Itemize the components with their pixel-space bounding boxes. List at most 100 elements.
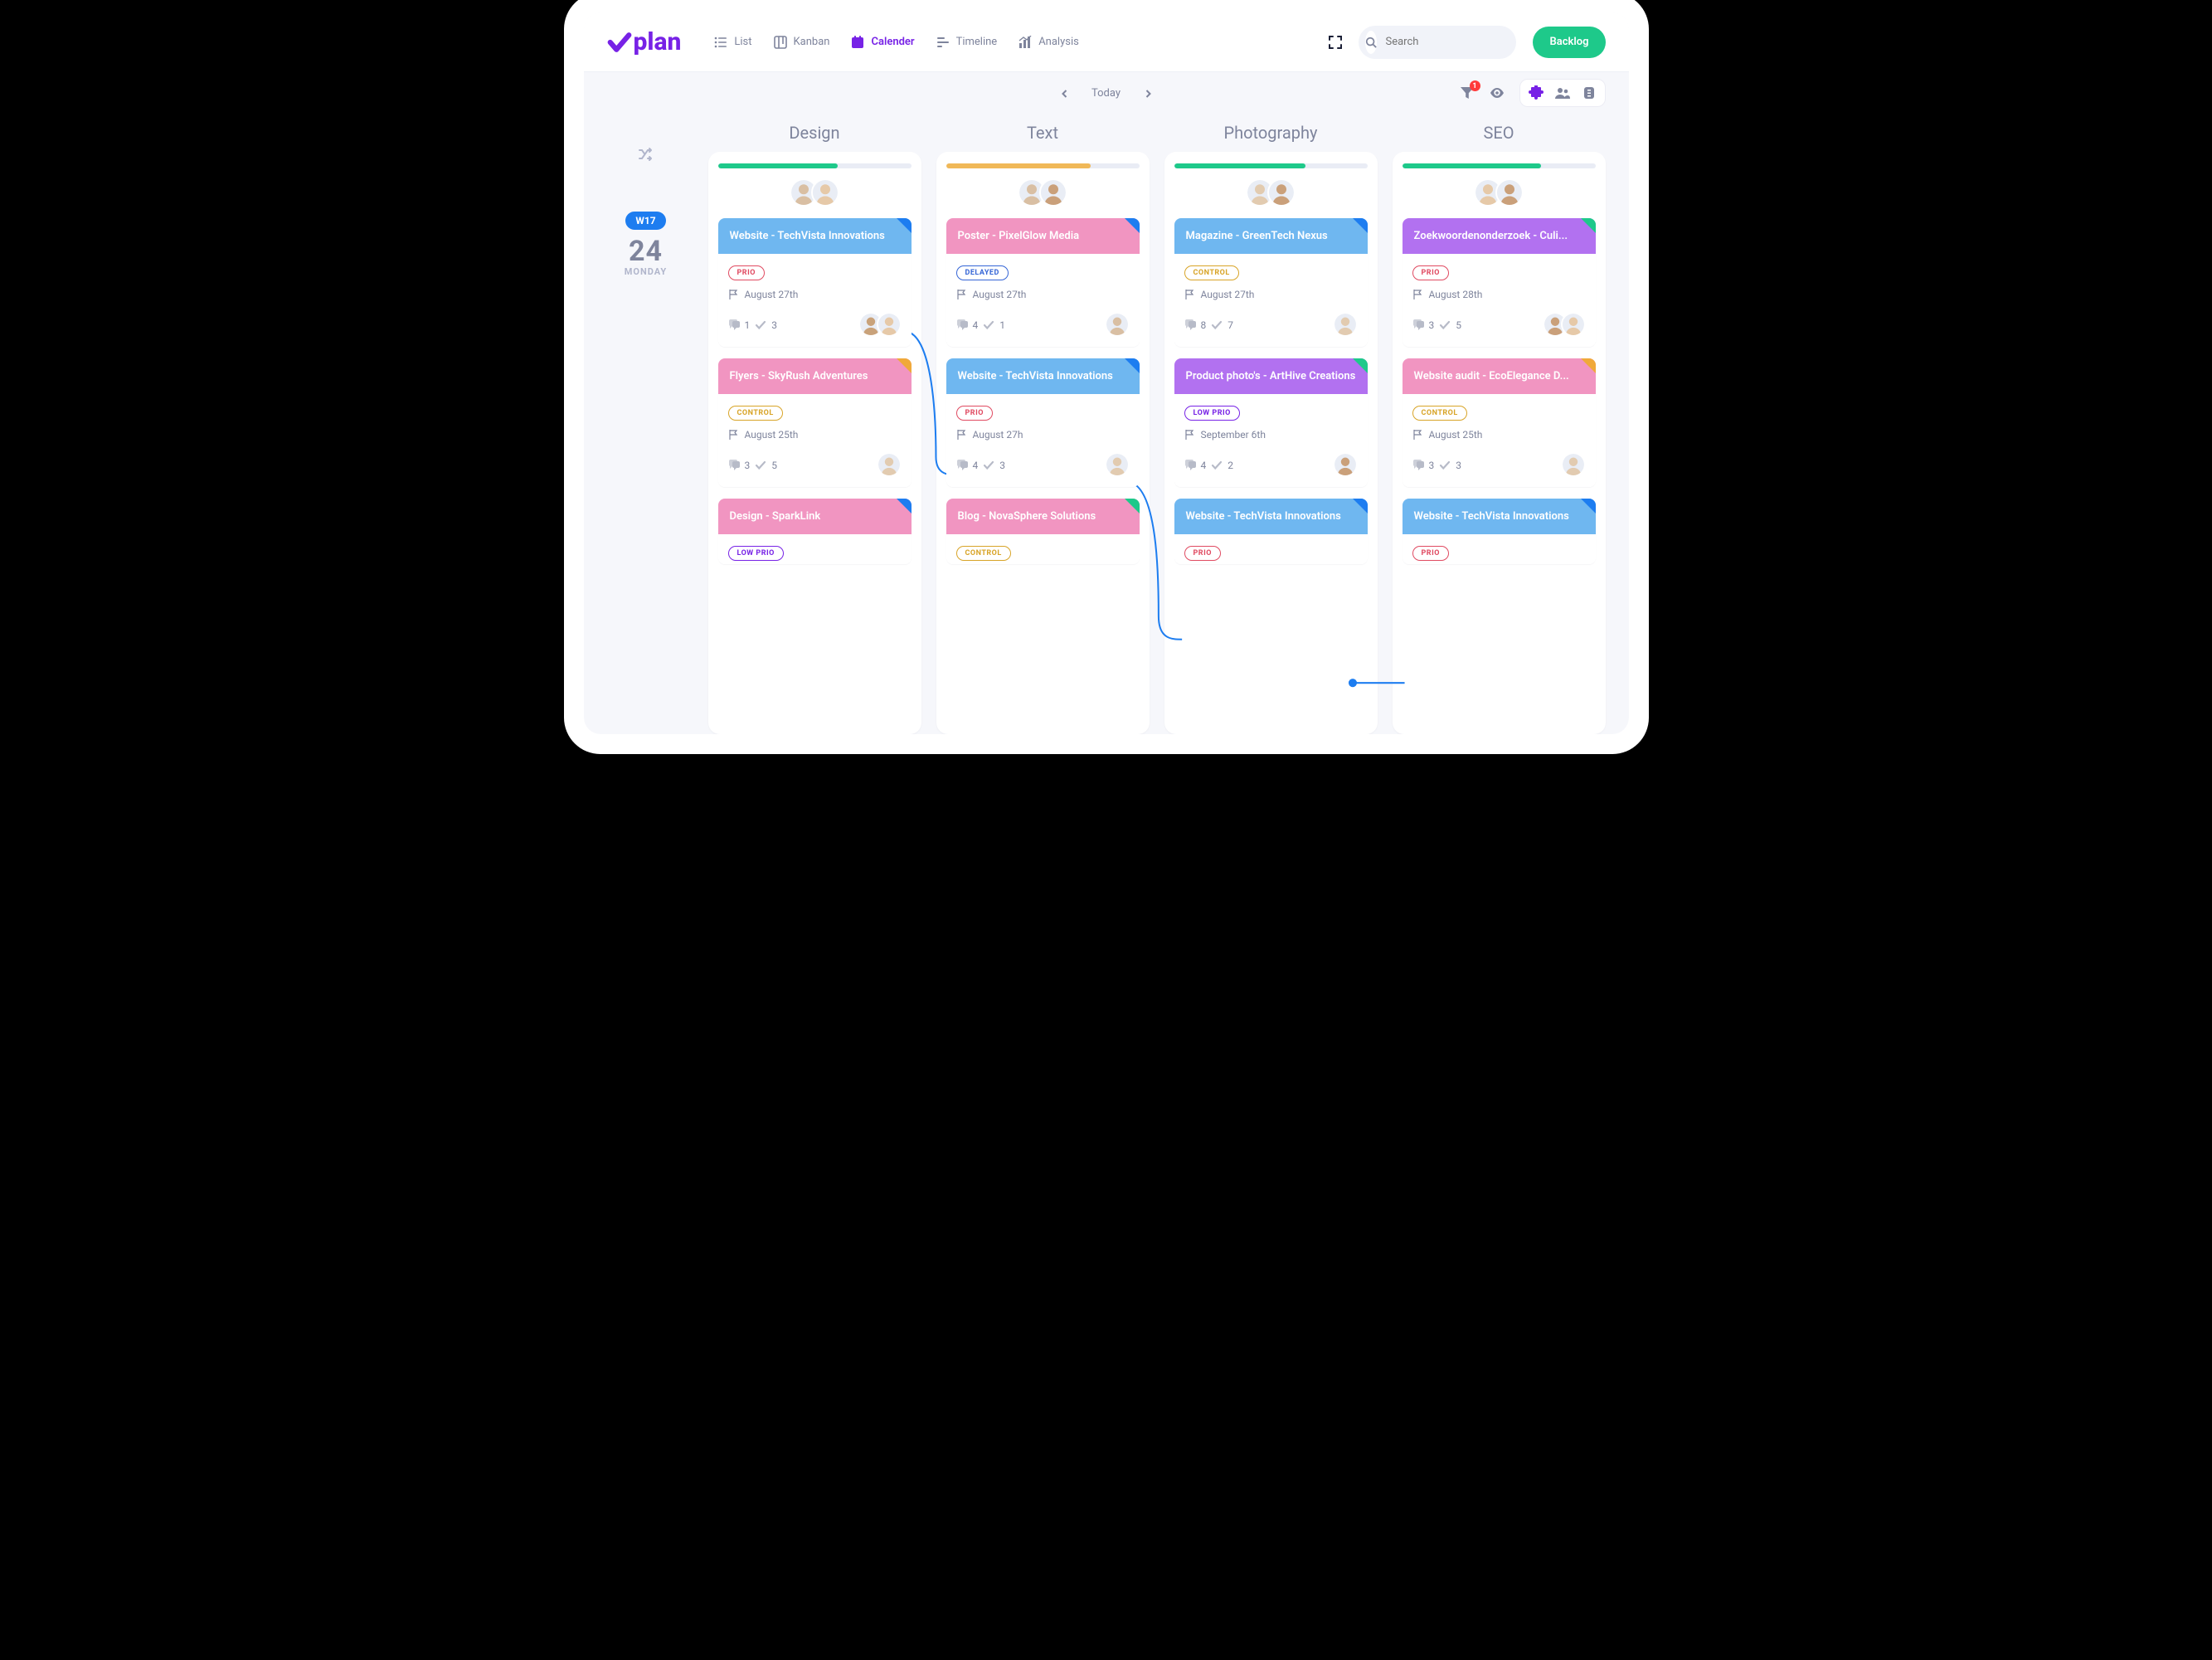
filter-icon[interactable]: 1 [1460,85,1475,100]
card-body: CONTROLAugust 27th87 [1174,254,1368,347]
archive-icon[interactable] [1582,85,1597,100]
task-card[interactable]: Website - TechVista InnovationsPRIO [1174,499,1368,564]
flag-icon [956,290,966,299]
kanban-icon [774,36,787,49]
checks-icon [983,319,994,331]
view-timeline[interactable]: Timeline [936,36,998,49]
view-kanban[interactable]: Kanban [774,36,830,49]
comments-icon [1184,460,1196,471]
card-corner-icon [1125,499,1140,514]
card-title: Design - SparkLink [718,499,912,534]
avatar[interactable] [1561,312,1586,337]
avatar[interactable] [1105,312,1130,337]
avatar[interactable] [877,452,902,477]
checks-count: 3 [1456,460,1461,471]
task-card[interactable]: Zoekwoordenonderzoek - Culi...PRIOAugust… [1403,218,1596,347]
checks-count: 1 [999,319,1005,331]
logo: plan [607,27,682,56]
card-tag: CONTROL [728,406,783,421]
card-tag: CONTROL [1412,406,1467,421]
backlog-button[interactable]: Backlog [1533,27,1605,58]
card-date: August 27th [728,289,902,300]
analysis-icon [1018,36,1032,49]
checks-count: 7 [1228,319,1233,331]
avatar[interactable] [877,312,902,337]
comments-icon [1412,319,1424,331]
card-body: CONTROLAugust 25th33 [1403,394,1596,487]
comments-count: 1 [745,319,751,331]
board-column: PhotographyMagazine - GreenTech NexusCON… [1164,114,1378,734]
view-analysis[interactable]: Analysis [1018,36,1079,49]
card-body: CONTROLAugust 25th35 [718,394,912,487]
column-progress [718,163,912,168]
task-card[interactable]: Blog - NovaSphere SolutionsCONTROL [946,499,1140,564]
avatar[interactable] [811,178,839,207]
avatar[interactable] [1267,178,1296,207]
card-title: Flyers - SkyRush Adventures [718,358,912,394]
filter-badge: 1 [1470,80,1480,91]
checks-count: 5 [771,460,777,471]
calendar-icon [851,36,864,49]
flag-icon [1412,430,1422,440]
topbar: plan List Kanban Calender Timeline [584,12,1629,72]
card-tag: PRIO [1412,546,1449,561]
task-card[interactable]: Design - SparkLinkLOW PRIO [718,499,912,564]
view-list[interactable]: List [714,36,751,49]
view-tabs: List Kanban Calender Timeline Analysis [714,36,1078,49]
task-card[interactable]: Website - TechVista InnovationsPRIOAugus… [946,358,1140,487]
card-date: September 6th [1184,429,1358,441]
avatar[interactable] [1561,452,1586,477]
search-input[interactable] [1383,35,1524,49]
view-calender[interactable]: Calender [851,36,914,49]
card-body: LOW PRIO [718,534,912,564]
card-footer: 35 [1412,314,1586,337]
task-card[interactable]: Flyers - SkyRush Adventures CONTROL August… [718,358,912,487]
visibility-icon[interactable] [1490,85,1505,100]
search-box[interactable] [1359,26,1516,59]
people-icon[interactable] [1555,85,1570,100]
card-tag: LOW PRIO [1184,406,1240,421]
card-title: Product photo's - ArtHive Creations [1174,358,1368,394]
task-card[interactable]: Website - TechVista InnovationsPRIO [1403,499,1596,564]
date-label[interactable]: Today [1091,87,1121,100]
fullscreen-icon[interactable] [1329,36,1342,49]
puzzle-icon[interactable] [1529,85,1544,100]
prev-day-button[interactable] [1060,89,1068,97]
task-card[interactable]: Magazine - GreenTech NexusCONTROLAugust … [1174,218,1368,347]
avatar[interactable] [1333,452,1358,477]
card-footer: 43 [956,454,1130,477]
view-timeline-label: Timeline [956,36,998,48]
card-footer: 41 [956,314,1130,337]
task-card[interactable]: Product photo's - ArtHive Creations LOW P… [1174,358,1368,487]
day-name: MONDAY [625,266,668,277]
card-body: DELAYEDAugust 27th41 [946,254,1140,347]
card-footer: 33 [1412,454,1586,477]
avatar[interactable] [1039,178,1067,207]
avatar[interactable] [1333,312,1358,337]
checks-icon [983,460,994,471]
task-card[interactable]: Poster - PixelGlow MediaDELAYEDAugust 27… [946,218,1140,347]
task-card[interactable]: Website audit - EcoElegance D...CONTROLA… [1403,358,1596,487]
flag-icon [728,290,738,299]
task-card[interactable]: Website - TechVista InnovationsPRIOAugus… [718,218,912,347]
view-analysis-label: Analysis [1038,36,1079,48]
card-title: Website - TechVista Innovations [946,358,1140,394]
column-body: Website - TechVista InnovationsPRIOAugus… [708,152,921,734]
column-title: Text [936,114,1150,152]
avatar[interactable] [1495,178,1524,207]
comments-count: 3 [1429,460,1435,471]
board: W17 24 MONDAY DesignWebsite - TechVista … [584,114,1629,734]
next-day-button[interactable] [1144,89,1152,97]
avatar[interactable] [1105,452,1130,477]
board-column: DesignWebsite - TechVista InnovationsPRI… [708,114,921,734]
subbar: Today 1 [584,72,1629,114]
checks-count: 3 [999,460,1005,471]
card-date: August 25th [728,429,902,441]
shuffle-icon[interactable] [639,147,654,162]
card-corner-icon [1353,218,1368,233]
card-corner-icon [1125,358,1140,373]
view-kanban-label: Kanban [794,36,830,48]
comments-icon [1184,319,1196,331]
card-tag: PRIO [1184,546,1221,561]
card-body: PRIOAugust 27th13 [718,254,912,347]
